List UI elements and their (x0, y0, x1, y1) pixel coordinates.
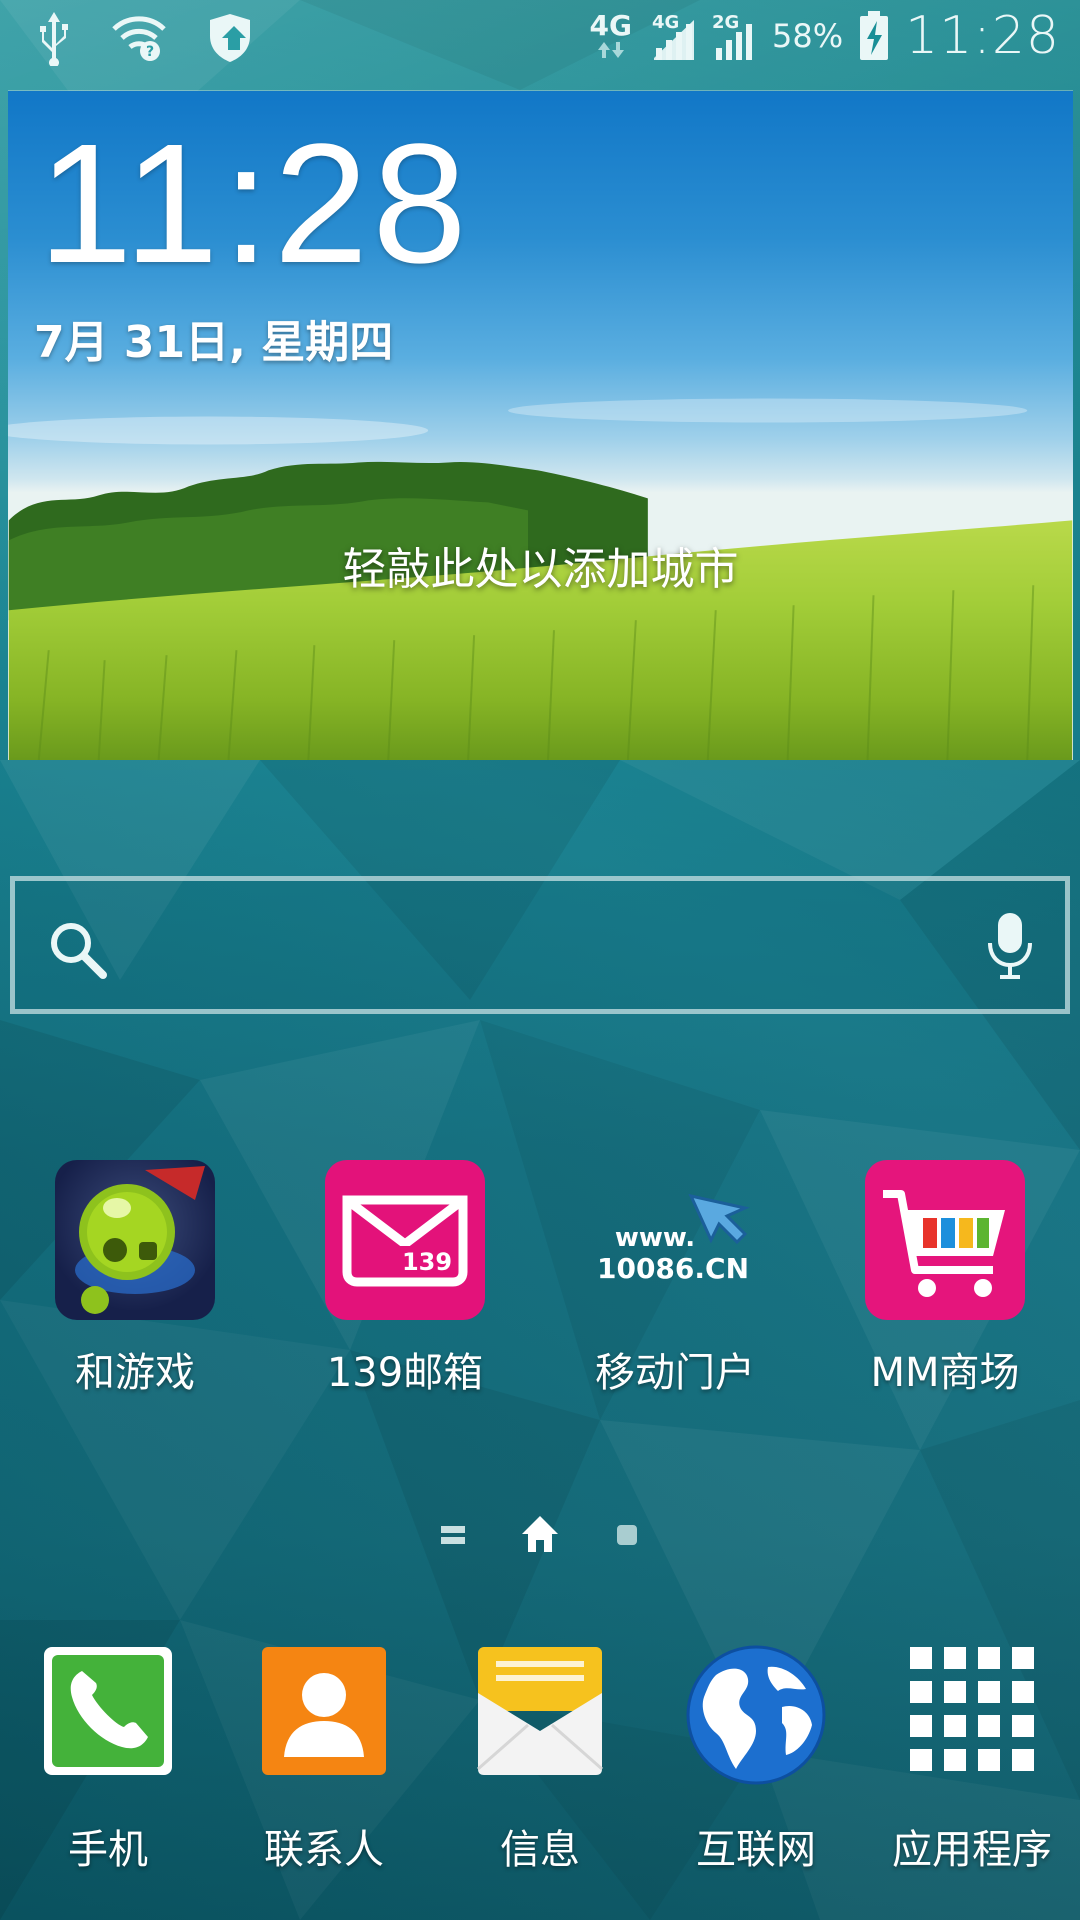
data-arrows-icon (597, 42, 624, 58)
add-city-prompt[interactable]: 轻敲此处以添加城市 (8, 533, 1073, 597)
dock-label: 应用程序 (892, 1827, 1052, 1873)
widget-date: 7月 31日, 星期四 (34, 317, 394, 368)
logo-10086: 10086.CN (597, 1252, 749, 1285)
game-robot-icon (55, 1160, 215, 1320)
menu-page-icon[interactable] (440, 1522, 466, 1548)
globe-icon (686, 1645, 826, 1785)
shopping-cart-icon (865, 1160, 1025, 1320)
dock-phone[interactable]: 手机 (0, 1645, 216, 1875)
battery-percent: 58% (772, 17, 844, 55)
phone-icon (42, 1645, 174, 1777)
signal-icon (654, 20, 695, 60)
status-time: 11:28 (905, 6, 1060, 66)
dock-internet[interactable]: 互联网 (648, 1645, 864, 1875)
contacts-icon (258, 1645, 390, 1777)
mail-139-icon: 139 (325, 1160, 485, 1320)
status-bar: ? 4G 4G 2G 58% 11:28 (0, 0, 1080, 78)
app-label: 和游戏 (75, 1350, 195, 1396)
google-search-bar[interactable] (10, 876, 1070, 1014)
www-10086-icon: www. 10086.CN (595, 1160, 755, 1320)
page-indicator (0, 1510, 1080, 1560)
mail-139-badge: 139 (402, 1248, 452, 1276)
home-page-icon[interactable] (520, 1514, 560, 1554)
dock-label: 信息 (500, 1827, 580, 1873)
home-app-row: 和游戏 139 139邮箱 www. 10086.CN 移动门户 MM商场 (0, 1160, 1080, 1400)
app-label: 移动门户 (595, 1350, 755, 1396)
dock-label: 互联网 (696, 1827, 816, 1873)
apps-grid-icon (906, 1645, 1038, 1777)
dock-contacts[interactable]: 联系人 (216, 1645, 432, 1875)
app-he-game[interactable]: 和游戏 (0, 1160, 270, 1398)
widget-clock-time: 11:28 (38, 109, 471, 299)
shield-update-icon (210, 14, 250, 62)
dock: 手机 联系人 信息 互联网 应用程序 (0, 1645, 1080, 1875)
app-label: 139邮箱 (326, 1350, 484, 1396)
logo-www: www. (615, 1223, 695, 1253)
search-icon (51, 923, 107, 979)
app-139-mail[interactable]: 139 139邮箱 (270, 1160, 540, 1398)
weather-clock-widget[interactable]: 11:28 7月 31日, 星期四 轻敲此处以添加城市 (8, 90, 1073, 760)
app-mm-store[interactable]: MM商场 (810, 1160, 1080, 1398)
svg-text:?: ? (146, 44, 154, 60)
battery-charging-icon (860, 11, 889, 60)
dock-label: 手机 (68, 1827, 148, 1873)
wifi-icon: ? (112, 16, 166, 61)
app-mobile-portal[interactable]: www. 10086.CN 移动门户 (540, 1160, 810, 1398)
app-label: MM商场 (870, 1350, 1020, 1396)
usb-icon (40, 12, 68, 66)
page-dot-icon[interactable] (616, 1524, 638, 1546)
dock-messages[interactable]: 信息 (432, 1645, 648, 1875)
dock-label: 联系人 (264, 1827, 384, 1873)
signal-icon (716, 24, 753, 60)
microphone-icon[interactable] (985, 911, 1035, 981)
dock-apps[interactable]: 应用程序 (864, 1645, 1080, 1875)
messages-icon (474, 1645, 606, 1777)
network-type: 4G (589, 9, 633, 42)
